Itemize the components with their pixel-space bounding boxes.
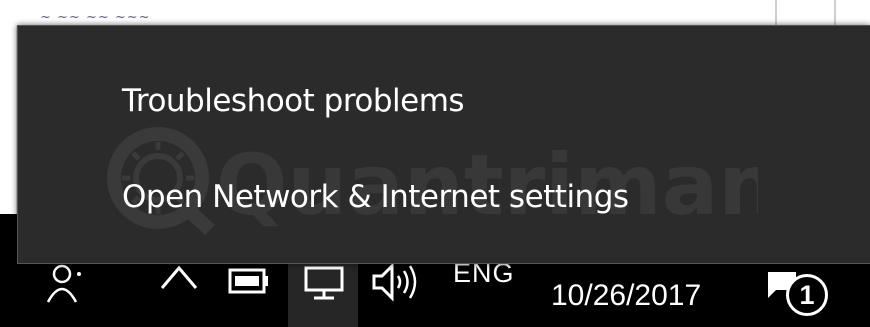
action-center-button[interactable]: 1 [766,268,836,318]
volume-icon[interactable] [370,262,422,302]
battery-icon[interactable] [226,262,270,298]
background-divider [775,0,777,26]
background-divider [834,0,836,26]
taskbar-date[interactable]: 10/26/2017 [551,279,701,313]
menu-item-open-network-settings[interactable]: Open Network & Internet settings [18,162,870,232]
network-context-menu: Quantrimang Troubleshoot problems Open N… [17,25,870,264]
menu-item-label: Troubleshoot problems [122,83,465,119]
network-icon[interactable] [302,262,346,302]
notification-count: 1 [799,279,815,310]
menu-item-troubleshoot-problems[interactable]: Troubleshoot problems [18,66,870,136]
notification-count-badge: 1 [786,274,828,316]
background-window-edge [0,26,17,216]
menu-item-label: Open Network & Internet settings [122,179,629,215]
background-document-text: ~ ~~ ~~ ~~~ [40,10,151,25]
people-icon[interactable] [45,262,85,306]
chevron-up-icon[interactable] [158,262,200,292]
